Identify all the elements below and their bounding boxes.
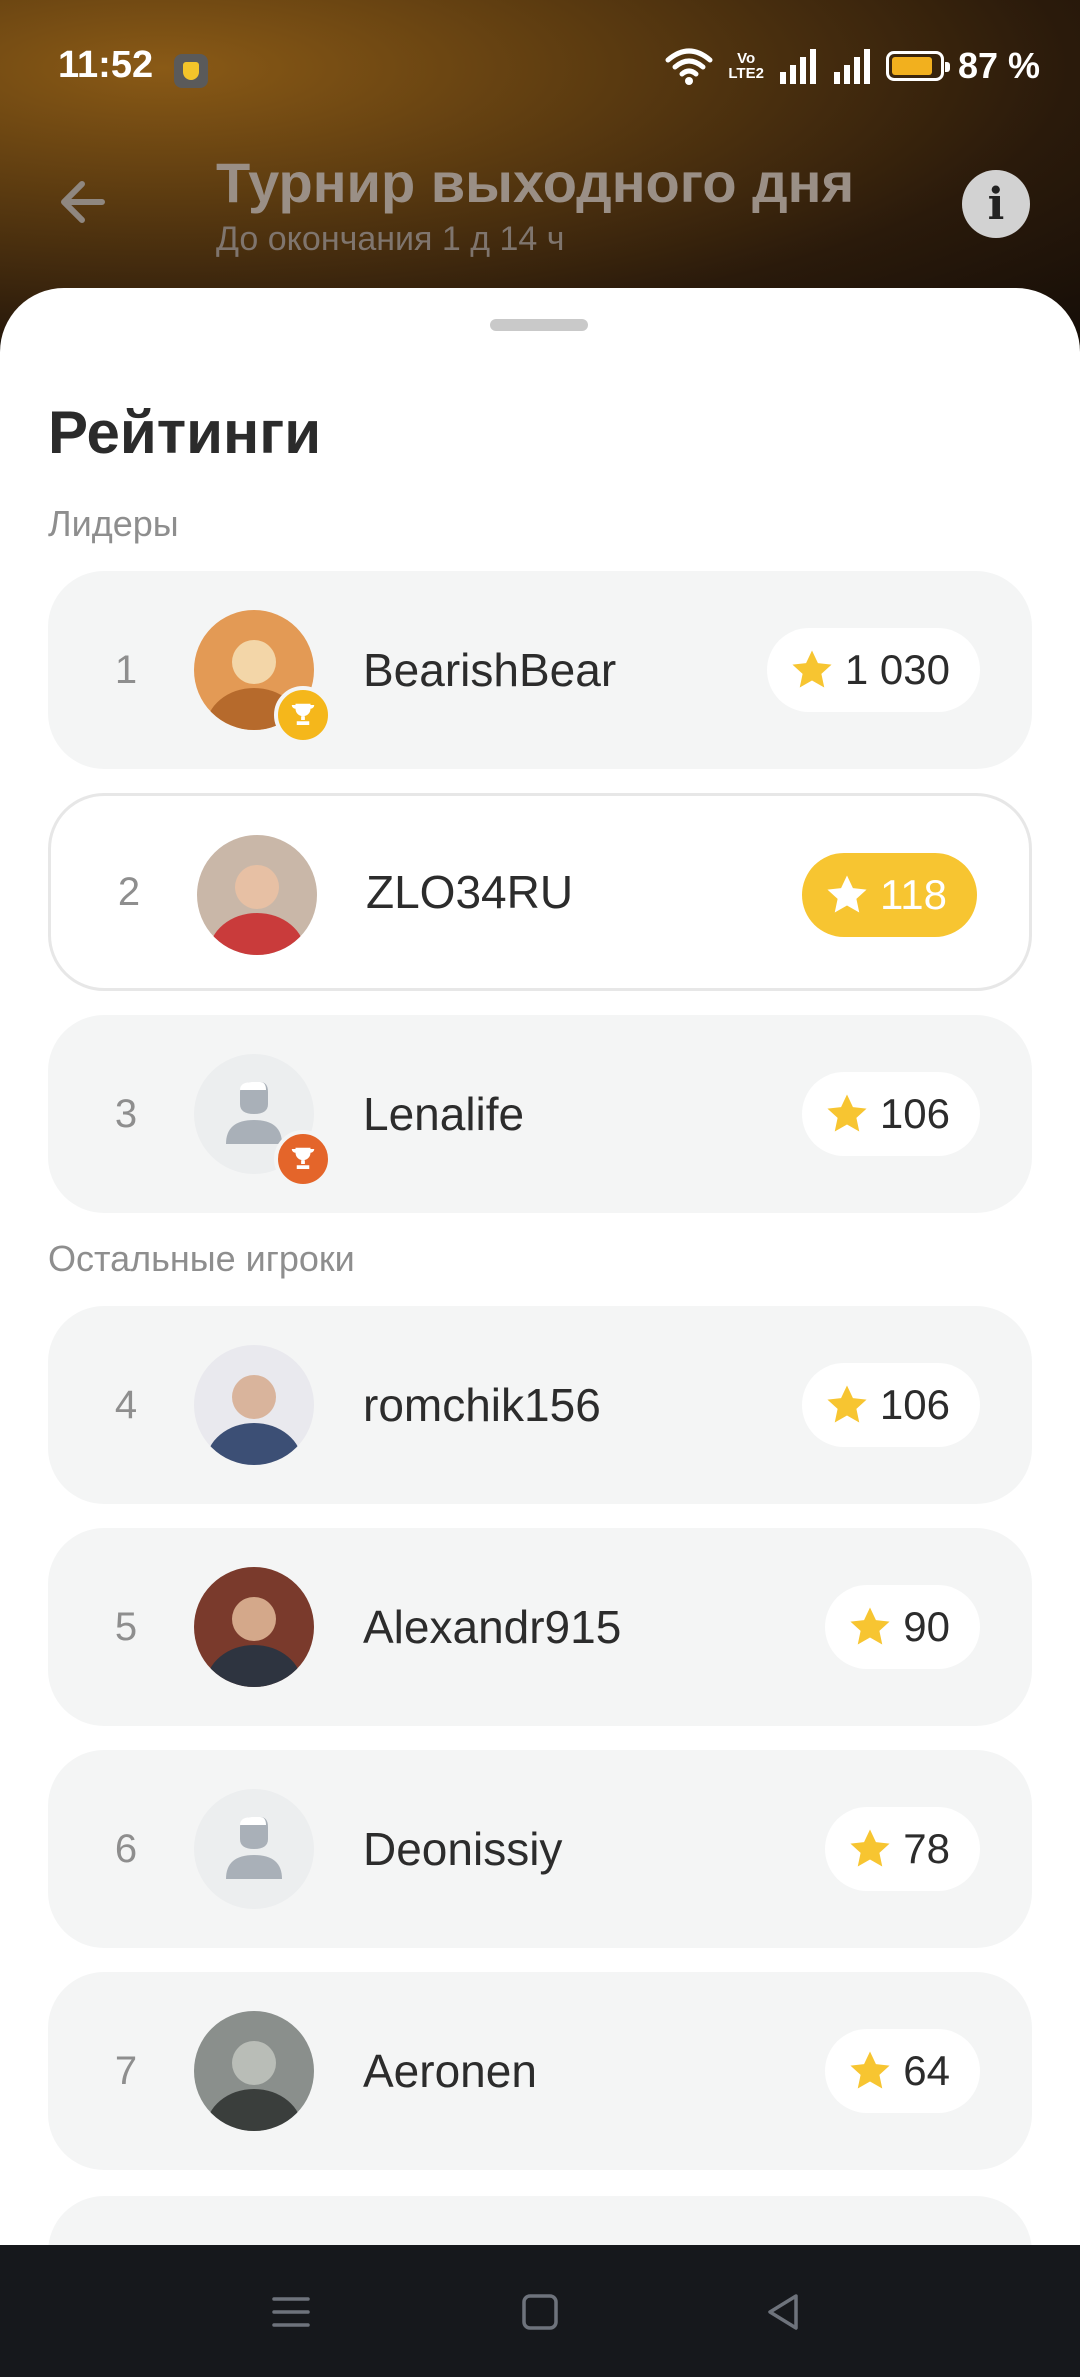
star-icon (827, 1385, 867, 1423)
app-notification-icon (174, 54, 208, 88)
player-name: Deonissiy (363, 1823, 563, 1875)
player-name: romchik156 (363, 1379, 601, 1431)
player-name: BearishBear (363, 644, 617, 696)
avatar[interactable] (194, 1789, 314, 1909)
player-row[interactable]: 1 BearishBear 1 030 (48, 571, 1032, 769)
score-badge: 90 (825, 1585, 980, 1669)
player-rank: 5 (114, 1604, 138, 1649)
trophy-bronze-icon (274, 1130, 332, 1188)
home-icon[interactable] (515, 2287, 565, 2337)
battery-percent: 87 % (957, 45, 1040, 86)
score-value: 64 (903, 2047, 950, 2094)
sheet-title: Рейтинги (48, 399, 322, 466)
battery-icon (885, 51, 950, 81)
star-icon (850, 2051, 890, 2089)
volte-indicator: Vo LTE2 (728, 51, 764, 81)
score-badge: 1 030 (766, 628, 980, 712)
battery-fill (891, 57, 932, 75)
score-badge: 106 (801, 1363, 980, 1447)
score-badge: 78 (825, 1807, 980, 1891)
score-value: 106 (879, 1090, 950, 1137)
player-name: Aeronen (363, 2045, 537, 2097)
ratings-sheet: Рейтинги Лидеры 1 BearishBear 1 030 2 ZLO34R… (0, 288, 1080, 2248)
status-time: 11:52 (58, 44, 154, 86)
avatar[interactable] (194, 1054, 332, 1188)
player-name: Lenalife (363, 1088, 525, 1140)
score-badge: 64 (825, 2029, 980, 2113)
avatar[interactable] (194, 1567, 314, 1687)
player-row[interactable]: 5 Alexandr915 90 (48, 1528, 1032, 1726)
star-icon (792, 650, 832, 688)
player-row[interactable]: 7 Aeronen 64 (48, 1972, 1032, 2170)
star-icon (827, 1094, 867, 1132)
page-title: Турнир выходного дня (216, 151, 855, 214)
avatar[interactable] (194, 610, 332, 744)
score-value: 1 030 (844, 646, 950, 693)
player-row[interactable]: 4 romchik156 106 (48, 1306, 1032, 1504)
star-icon (827, 875, 867, 913)
menu-icon[interactable] (266, 2287, 316, 2337)
star-icon (850, 1607, 890, 1645)
avatar[interactable] (194, 2011, 314, 2131)
others-section-label: Остальные игроки (48, 1238, 355, 1279)
avatar[interactable] (197, 835, 317, 955)
score-value: 90 (903, 1603, 950, 1650)
score-badge: 118 (802, 853, 977, 937)
score-value: 78 (903, 1825, 950, 1872)
score-value: 118 (880, 871, 947, 918)
player-row[interactable]: 3 Lenalife 106 (48, 1015, 1032, 1213)
system-navigation-bar (0, 2245, 1080, 2377)
signal-icon-sim1 (779, 49, 816, 84)
back-arrow-icon[interactable] (52, 170, 116, 234)
sheet-drag-handle[interactable] (490, 319, 588, 331)
trophy-gold-icon (274, 686, 332, 744)
player-rank: 6 (114, 1826, 138, 1871)
player-rank: 4 (114, 1382, 138, 1427)
signal-icon-sim2 (833, 49, 870, 84)
countdown-subtitle: До окончания 1 д 14 ч (216, 220, 565, 258)
status-icons: Vo LTE2 87 % (664, 44, 1040, 88)
player-rank: 2 (117, 869, 141, 914)
header: Турнир выходного дня До окончания 1 д 14… (0, 140, 1080, 290)
score-badge: 106 (801, 1072, 980, 1156)
player-rank: 7 (114, 2048, 138, 2093)
player-rank: 1 (114, 647, 138, 692)
player-row[interactable]: 6 Deonissiy 78 (48, 1750, 1032, 1948)
status-bar: 11:52 Vo LTE2 87 % (0, 0, 1080, 140)
volte-top: Vo (737, 50, 756, 67)
player-row[interactable]: 2 ZLO34RU 118 (48, 793, 1032, 991)
player-rank: 3 (114, 1091, 138, 1136)
wifi-icon (665, 48, 713, 85)
back-nav-icon[interactable] (758, 2287, 808, 2337)
leaders-section-label: Лидеры (48, 503, 179, 544)
player-name: Alexandr915 (363, 1601, 622, 1653)
avatar[interactable] (194, 1345, 314, 1465)
score-value: 106 (879, 1381, 950, 1428)
volte-bottom: LTE2 (728, 65, 764, 82)
player-name: ZLO34RU (366, 866, 574, 918)
list-item-partial[interactable] (48, 2196, 1032, 2248)
star-icon (850, 1829, 890, 1867)
info-icon[interactable]: i (962, 170, 1030, 238)
